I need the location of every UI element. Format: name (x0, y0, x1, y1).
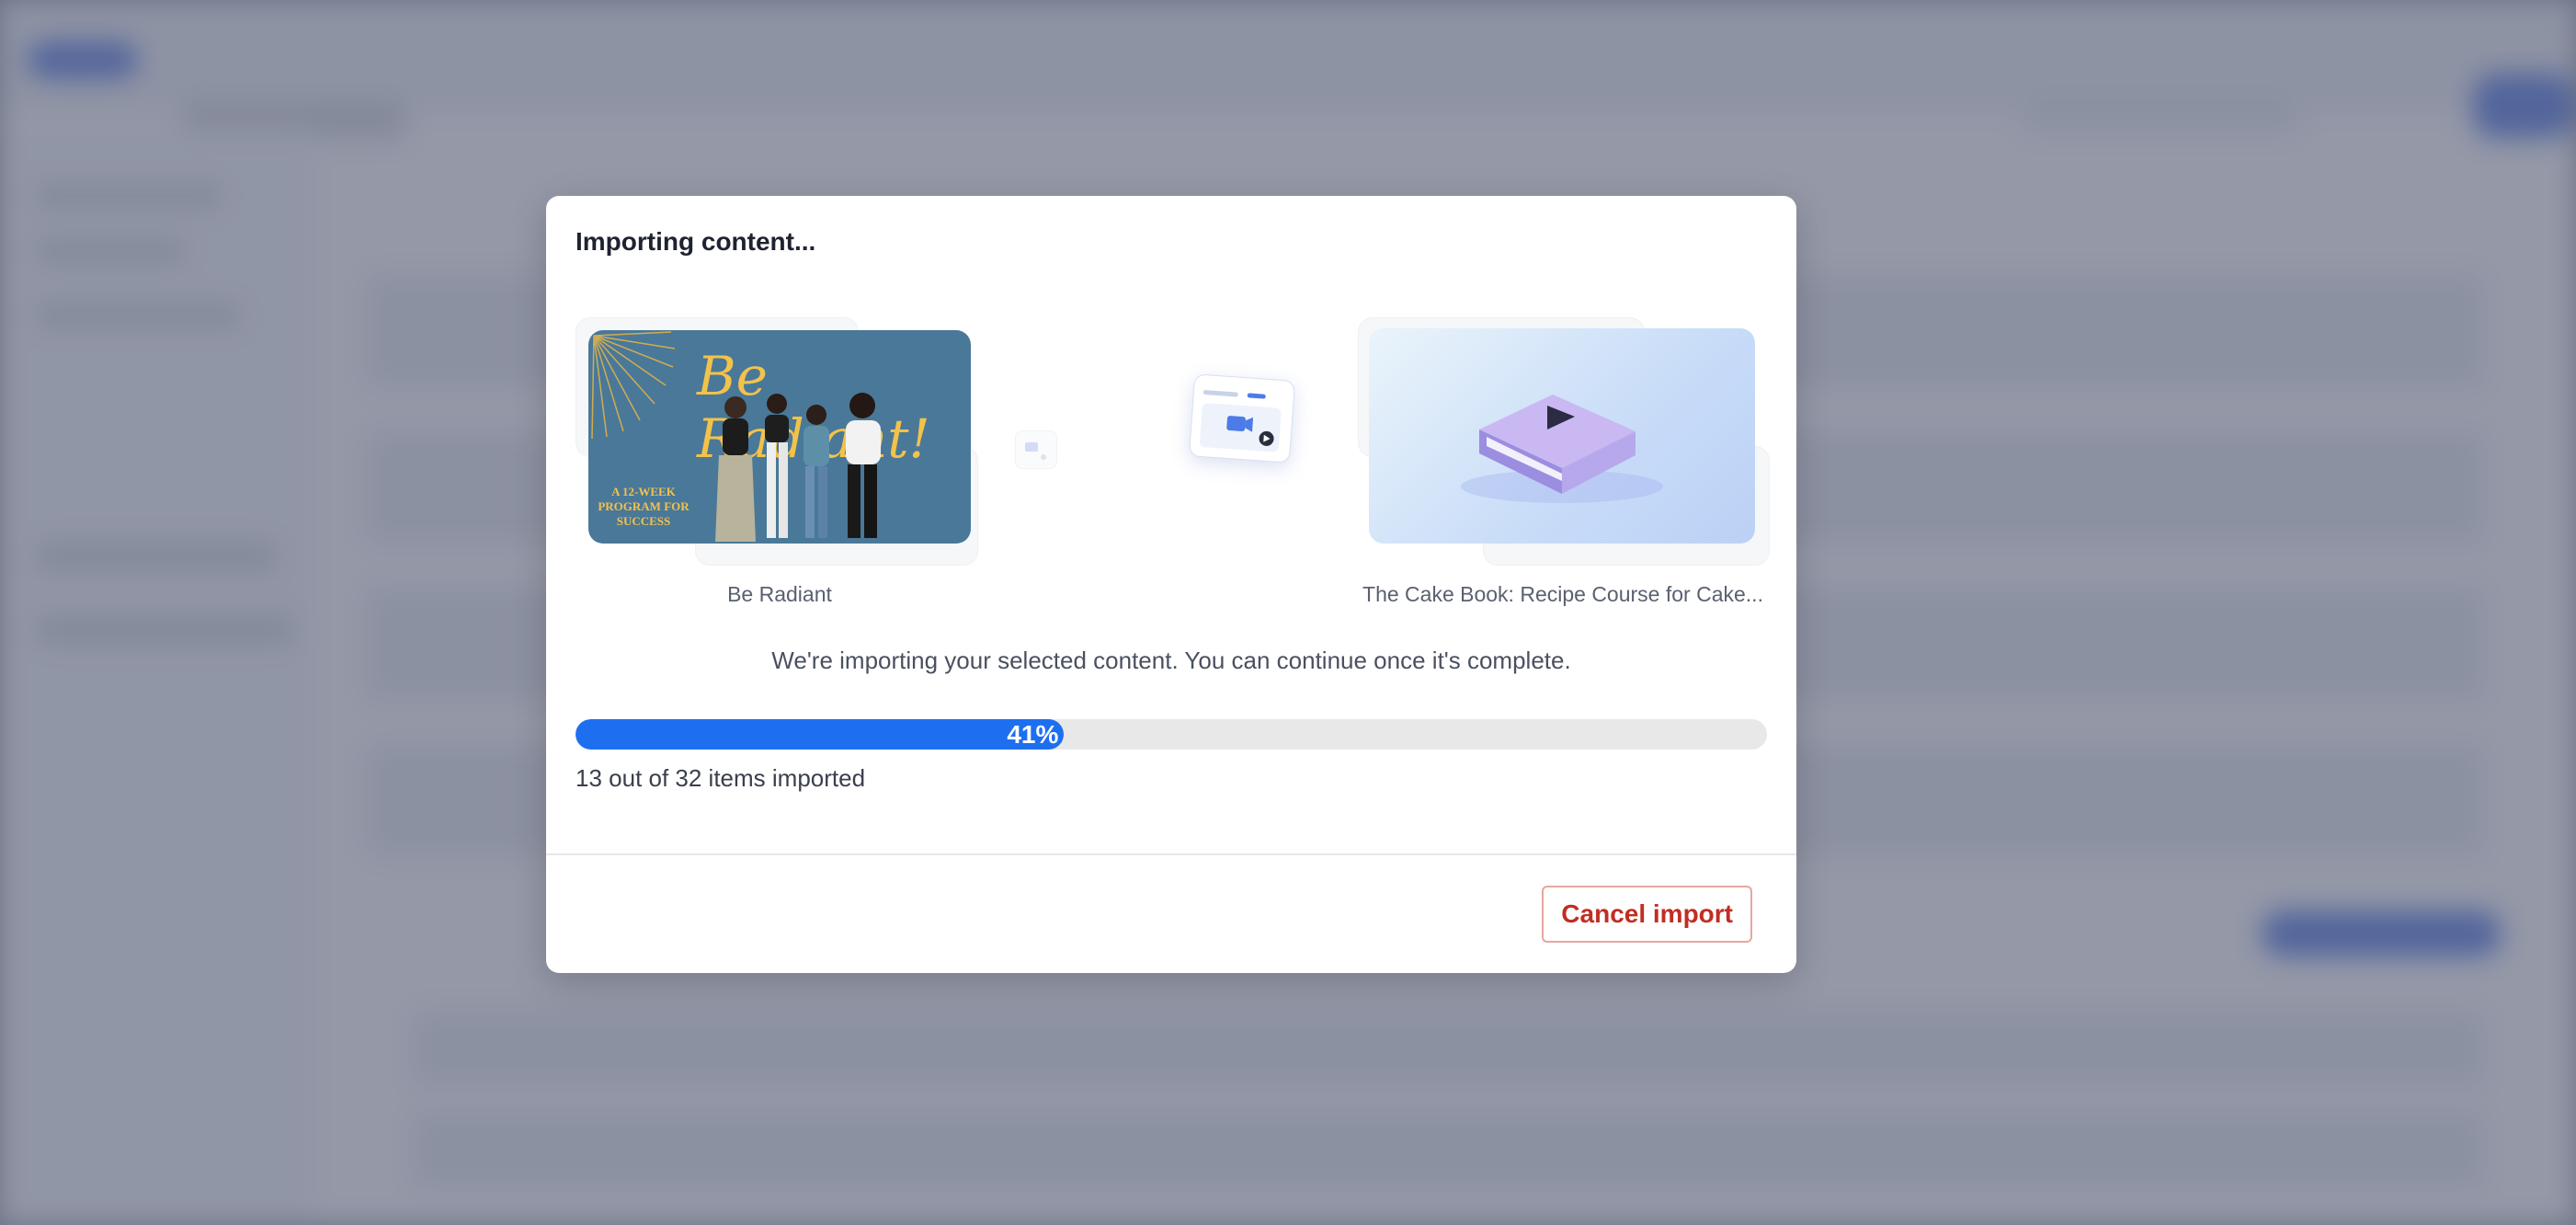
progress-bar-fill: 41% (576, 719, 1065, 750)
cancel-import-button[interactable]: Cancel import (1542, 886, 1752, 943)
thumbnail-subtitle: A 12-WEEK PROGRAM FOR SUCCESS (598, 485, 690, 528)
dialog-divider (546, 853, 1796, 855)
play-book-icon (1461, 395, 1663, 503)
progress-bar: 41% (576, 719, 1767, 750)
progress-count: 13 out of 32 items imported (576, 764, 866, 792)
source-course-name: Be Radiant (727, 582, 832, 606)
people-illustration (715, 393, 881, 542)
video-card-icon (1188, 373, 1296, 464)
import-progress-dialog: Importing content... Be Radiant! A 12-WE… (546, 196, 1796, 973)
import-message: We're importing your selected content. Y… (771, 647, 1571, 674)
dialog-title: Importing content... (576, 227, 816, 256)
destination-course-name: The Cake Book: Recipe Course for Cake... (1362, 582, 1763, 606)
progress-percent: 41% (1007, 720, 1059, 749)
sunburst-decoration (591, 331, 676, 440)
transfer-trail-card (1015, 430, 1057, 469)
source-course-thumbnail: Be Radiant! A 12-WEEK PROGRAM FOR SUCCES… (588, 330, 971, 544)
destination-course-thumbnail (1369, 328, 1755, 544)
